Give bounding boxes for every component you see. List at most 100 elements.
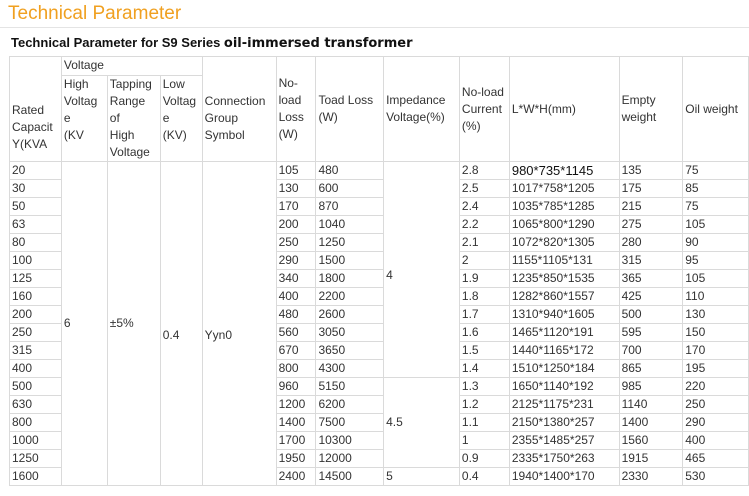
cell-no-load-current: 2.8 (458, 161, 510, 180)
cell-no-load-loss: 200 (275, 215, 317, 234)
cell-dimensions: 1017*758*1205 (508, 179, 620, 198)
cell-capacity: 500 (9, 377, 62, 396)
cell-dimensions: 2335*1750*263 (508, 449, 620, 468)
parameter-table: Rated Capacit Y(KVA Voltage Connection Grou… (9, 56, 749, 486)
cell-oil-weight: 85 (682, 179, 749, 198)
cell-capacity: 1250 (9, 449, 62, 468)
header-low-voltage: Low Voltag e (KV) (159, 75, 203, 162)
cell-empty-weight: 1915 (618, 449, 684, 468)
cell-empty-weight: 135 (618, 161, 684, 180)
cell-capacity: 250 (9, 323, 62, 342)
cell-empty-weight: 1400 (618, 413, 684, 432)
cell-empty-weight: 865 (618, 359, 684, 378)
cell-capacity: 125 (9, 269, 62, 288)
cell-low-voltage: 0.4 (159, 161, 203, 486)
cell-dimensions: 2125*1175*231 (508, 395, 620, 414)
header-connection-group: Connection Group Symbol (201, 56, 277, 162)
cell-dimensions: 1282*860*1557 (508, 287, 620, 306)
cell-no-load-current: 0.4 (458, 467, 510, 486)
cell-impedance-group2: 4.5 (383, 377, 460, 468)
cell-load-loss: 1040 (315, 215, 385, 234)
cell-no-load-loss: 290 (275, 251, 317, 270)
cell-dimensions: 1940*1400*170 (508, 467, 620, 486)
cell-empty-weight: 1140 (618, 395, 684, 414)
cell-empty-weight: 175 (618, 179, 684, 198)
cell-oil-weight: 150 (682, 323, 749, 342)
cell-no-load-loss: 2400 (275, 467, 317, 486)
caption-suffix: oil-immersed transformer (223, 36, 413, 51)
cell-no-load-current: 1.2 (458, 395, 510, 414)
cell-dimensions: 1155*1105*131 (508, 251, 620, 270)
cell-no-load-loss: 250 (275, 233, 317, 252)
cell-oil-weight: 465 (682, 449, 749, 468)
cell-no-load-current: 1.3 (458, 377, 510, 396)
cell-oil-weight: 105 (682, 215, 749, 234)
cell-oil-weight: 75 (682, 161, 749, 180)
cell-capacity: 1600 (9, 467, 62, 486)
cell-dimensions: 1072*820*1305 (508, 233, 620, 252)
cell-high-voltage: 6 (60, 161, 108, 486)
cell-empty-weight: 215 (618, 197, 684, 216)
cell-no-load-current: 1.6 (458, 323, 510, 342)
cell-load-loss: 2200 (315, 287, 385, 306)
cell-oil-weight: 195 (682, 359, 749, 378)
cell-no-load-loss: 1700 (275, 431, 317, 450)
header-no-load-current: No-load Current (%) (458, 56, 510, 162)
cell-empty-weight: 280 (618, 233, 684, 252)
cell-no-load-loss: 105 (275, 161, 317, 180)
cell-impedance-group1: 4 (383, 161, 460, 378)
cell-dimensions: 1065*800*1290 (508, 215, 620, 234)
cell-no-load-current: 1.7 (458, 305, 510, 324)
header-empty-weight: Empty weight (618, 56, 684, 162)
cell-no-load-current: 1.4 (458, 359, 510, 378)
cell-no-load-current: 2 (458, 251, 510, 270)
cell-dimensions: 1510*1250*184 (508, 359, 620, 378)
cell-oil-weight: 95 (682, 251, 749, 270)
cell-dimensions: 1035*785*1285 (508, 197, 620, 216)
cell-capacity: 50 (9, 197, 62, 216)
cell-oil-weight: 530 (682, 467, 749, 486)
cell-load-loss: 600 (315, 179, 385, 198)
cell-load-loss: 14500 (315, 467, 385, 486)
cell-empty-weight: 315 (618, 251, 684, 270)
cell-dimensions: 2355*1485*257 (508, 431, 620, 450)
cell-no-load-loss: 130 (275, 179, 317, 198)
cell-capacity: 400 (9, 359, 62, 378)
cell-no-load-current: 1.5 (458, 341, 510, 360)
cell-dimensions: 1440*1165*172 (508, 341, 620, 360)
cell-oil-weight: 290 (682, 413, 749, 432)
header-impedance-voltage: Impedance Voltage(%) (383, 56, 460, 162)
cell-empty-weight: 500 (618, 305, 684, 324)
header-tapping-range: Tapping Range of High Voltage (106, 75, 161, 162)
caption-prefix: Technical Parameter for S9 Series (11, 35, 224, 50)
cell-oil-weight: 110 (682, 287, 749, 306)
cell-oil-weight: 170 (682, 341, 749, 360)
cell-no-load-loss: 1400 (275, 413, 317, 432)
cell-load-loss: 1800 (315, 269, 385, 288)
cell-capacity: 160 (9, 287, 62, 306)
cell-capacity: 80 (9, 233, 62, 252)
cell-load-loss: 1250 (315, 233, 385, 252)
cell-empty-weight: 985 (618, 377, 684, 396)
cell-oil-weight: 250 (682, 395, 749, 414)
cell-no-load-loss: 560 (275, 323, 317, 342)
cell-empty-weight: 365 (618, 269, 684, 288)
cell-load-loss: 7500 (315, 413, 385, 432)
cell-no-load-loss: 800 (275, 359, 317, 378)
cell-dimensions: 1465*1120*191 (508, 323, 620, 342)
cell-no-load-current: 2.1 (458, 233, 510, 252)
cell-empty-weight: 700 (618, 341, 684, 360)
cell-capacity: 1000 (9, 431, 62, 450)
cell-capacity: 63 (9, 215, 62, 234)
cell-no-load-loss: 480 (275, 305, 317, 324)
cell-no-load-loss: 960 (275, 377, 317, 396)
cell-no-load-loss: 670 (275, 341, 317, 360)
cell-empty-weight: 1560 (618, 431, 684, 450)
cell-capacity: 630 (9, 395, 62, 414)
header-rated-capacity: Rated Capacit Y(KVA (9, 56, 62, 162)
header-oil-weight: Oil weight (682, 56, 749, 162)
cell-empty-weight: 425 (618, 287, 684, 306)
header-load-loss: Toad Loss (W) (315, 56, 385, 162)
cell-no-load-current: 2.2 (458, 215, 510, 234)
cell-load-loss: 12000 (315, 449, 385, 468)
